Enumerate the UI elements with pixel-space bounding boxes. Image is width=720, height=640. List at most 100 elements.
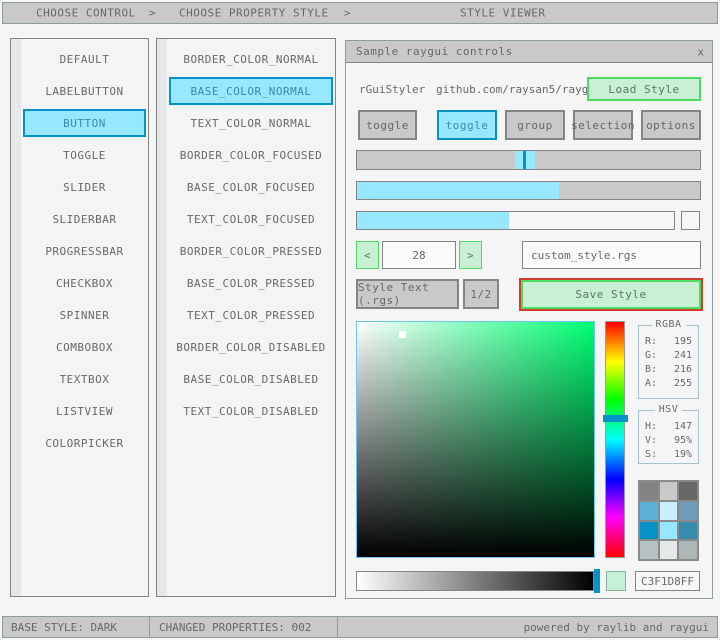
property-item-border_color_focused[interactable]: BORDER_COLOR_FOCUSED [169,141,333,169]
rgba-groupbox: RGBA R:195G:241B:216A:255 [638,325,699,399]
breadcrumb-step-style-viewer: STYLE VIEWER [460,7,545,20]
save-style-button[interactable]: Save Style [521,280,701,309]
property-item-text_color_normal[interactable]: TEXT_COLOR_NORMAL [169,109,333,137]
property-item-text_color_pressed[interactable]: TEXT_COLOR_PRESSED [169,301,333,329]
property-item-border_color_disabled[interactable]: BORDER_COLOR_DISABLED [169,333,333,361]
hsv-row-s: S: 19% [639,448,698,462]
palette-swatch-4[interactable] [660,502,678,520]
spinner-value-box[interactable]: 28 [382,241,456,269]
rguistyler-app: CHOOSE CONTROL > CHOOSE PROPERTY STYLE >… [0,0,720,640]
color-picker-area[interactable] [356,321,595,558]
alpha-bar[interactable] [356,571,594,591]
control-item-button[interactable]: BUTTON [23,109,146,137]
current-color-swatch [606,571,626,591]
rgba-row-r: R:195 [639,335,698,349]
sample-controls-window: Sample raygui controls x rGuiStyler gith… [345,40,713,599]
palette-swatch-9[interactable] [640,541,658,559]
property-item-base_color_focused[interactable]: BASE_COLOR_FOCUSED [169,173,333,201]
spinner-increment-button[interactable]: > [459,241,482,269]
palette-swatch-10[interactable] [660,541,678,559]
slider-handle-line [523,151,526,169]
properties-listview: BORDER_COLOR_NORMAL BASE_COLOR_NORMAL TEXT… [156,38,336,597]
palette-swatch-0[interactable] [640,482,658,500]
hsv-row-v: V:95% [639,434,698,448]
palette-swatch-1[interactable] [660,482,678,500]
property-item-text_color_disabled[interactable]: TEXT_COLOR_DISABLED [169,397,333,425]
base-style-status: BASE STYLE: DARK [2,616,150,638]
control-item-listview[interactable]: LISTVIEW [23,397,146,425]
toggle-group-item-toggle[interactable]: toggle [437,110,497,140]
changed-properties-status: CHANGED PROPERTIES: 002 [149,616,338,638]
toggle-group-item-selection[interactable]: selection [573,110,633,140]
hue-handle[interactable] [603,415,628,422]
filename-input[interactable]: custom_style.rgs [522,241,701,269]
rgba-label: G: [645,349,657,363]
palette-swatch-8[interactable] [679,522,697,540]
control-item-progressbar[interactable]: PROGRESSBAR [23,237,146,265]
chevron-right-icon: > [344,7,351,20]
repo-link[interactable]: github.com/raysan5/raygui [436,83,602,96]
hex-color-input[interactable]: C3F1D8FF [635,571,700,591]
rgba-label: R: [645,335,657,349]
property-item-border_color_normal[interactable]: BORDER_COLOR_NORMAL [169,45,333,73]
palette-swatch-5[interactable] [679,502,697,520]
checkbox[interactable] [681,211,700,230]
palette-swatch-11[interactable] [679,541,697,559]
control-item-toggle[interactable]: TOGGLE [23,141,146,169]
slider[interactable] [356,150,701,170]
spinner-decrement-button[interactable]: < [356,241,379,269]
hsv-value: 19% [674,448,692,462]
breadcrumb: CHOOSE CONTROL > CHOOSE PROPERTY STYLE >… [2,2,718,24]
control-item-colorpicker[interactable]: COLORPICKER [23,429,146,457]
hsv-value: 95% [674,434,692,448]
rgba-title: RGBA [651,319,685,330]
property-item-text_color_focused[interactable]: TEXT_COLOR_FOCUSED [169,205,333,233]
rgba-value: 216 [674,363,692,377]
close-icon[interactable]: x [697,45,704,58]
hue-bar[interactable] [605,321,625,558]
property-item-base_color_normal[interactable]: BASE_COLOR_NORMAL [169,77,333,105]
window-titlebar: Sample raygui controls x [346,41,712,63]
control-item-spinner[interactable]: SPINNER [23,301,146,329]
rgba-value: 241 [674,349,692,363]
window-title: Sample raygui controls [346,45,513,58]
rgba-value: 255 [674,377,692,391]
sliderbar-fill [357,182,559,199]
control-item-slider[interactable]: SLIDER [23,173,146,201]
control-item-textbox[interactable]: TEXTBOX [23,365,146,393]
control-item-sliderbar[interactable]: SLIDERBAR [23,205,146,233]
hsv-label: S: [645,448,657,462]
color-picker-cursor[interactable] [399,331,406,338]
hsv-row-h: H:147 [639,420,698,434]
properties-scrollbar[interactable] [157,39,167,596]
sliderbar[interactable] [356,181,701,200]
palette-swatch-6[interactable] [640,522,658,540]
controls-listview: DEFAULT LABELBUTTON BUTTON TOGGLE SLIDER SLID… [10,38,149,597]
control-item-checkbox[interactable]: CHECKBOX [23,269,146,297]
alpha-handle[interactable] [594,569,600,593]
hsv-values: H:147V:95%S: 19% [639,420,698,462]
page-indicator-button[interactable]: 1/2 [463,279,499,309]
style-color-palette [638,480,699,561]
control-item-labelbutton[interactable]: LABELBUTTON [23,77,146,105]
chevron-right-icon: > [149,7,156,20]
rgba-row-g: G: 241 [639,349,698,363]
slider-handle[interactable] [515,151,535,169]
load-style-button[interactable]: Load Style [587,77,701,101]
property-item-base_color_disabled[interactable]: BASE_COLOR_DISABLED [169,365,333,393]
style-text-button[interactable]: Style Text (.rgs) [356,279,459,309]
save-style-focus-ring: Save Style [519,278,703,311]
hsv-title: HSV [655,404,683,415]
palette-swatch-7[interactable] [660,522,678,540]
toggle-group-item-group[interactable]: group [505,110,565,140]
palette-swatch-2[interactable] [679,482,697,500]
toggle-button[interactable]: toggle [358,110,417,140]
property-item-base_color_pressed[interactable]: BASE_COLOR_PRESSED [169,269,333,297]
controls-scrollbar[interactable] [11,39,21,596]
control-item-default[interactable]: DEFAULT [23,45,146,73]
property-item-border_color_pressed[interactable]: BORDER_COLOR_PRESSED [169,237,333,265]
palette-swatch-3[interactable] [640,502,658,520]
control-item-combobox[interactable]: COMBOBOX [23,333,146,361]
toggle-group-item-options[interactable]: options [641,110,701,140]
hsv-label: H: [645,420,657,434]
